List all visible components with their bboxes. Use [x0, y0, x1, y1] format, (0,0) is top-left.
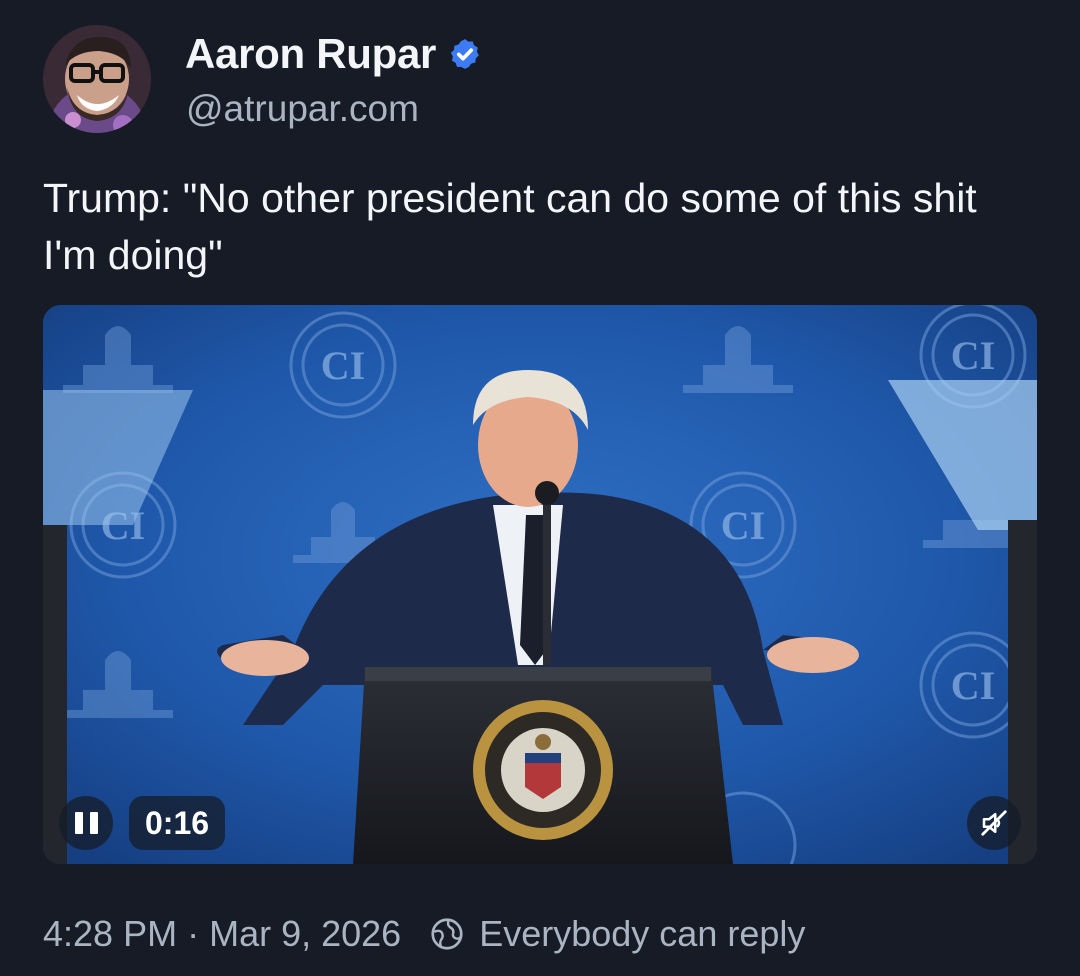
backdrop-logo: CI — [951, 333, 995, 378]
author-name-row[interactable]: Aaron Rupar — [185, 30, 482, 78]
video-player[interactable]: CI CI CI CI CI 0:16 — [43, 305, 1037, 864]
backdrop-logo: CI — [721, 503, 765, 548]
post-card: Aaron Rupar @atrupar.com Trump: "No othe… — [0, 0, 1080, 976]
author-display-name[interactable]: Aaron Rupar — [185, 30, 436, 78]
pause-icon — [74, 812, 98, 834]
backdrop-logo: CI — [951, 663, 995, 708]
reply-setting[interactable]: Everybody can reply — [479, 913, 805, 955]
video-frame: CI CI CI CI CI — [43, 305, 1037, 864]
pause-button[interactable] — [59, 796, 113, 850]
avatar-image — [43, 25, 151, 133]
post-date[interactable]: Mar 9, 2026 — [209, 913, 401, 955]
author-handle[interactable]: @atrupar.com — [186, 88, 419, 130]
backdrop-logo: CI — [321, 343, 365, 388]
unmute-button[interactable] — [967, 796, 1021, 850]
avatar[interactable] — [43, 25, 151, 133]
verified-badge-icon — [450, 39, 479, 69]
post-text: Trump: "No other president can do some o… — [43, 175, 977, 278]
muted-speaker-icon — [981, 810, 1007, 836]
post-time[interactable]: 4:28 PM — [43, 913, 177, 955]
meta-separator: · — [187, 913, 200, 954]
post-meta: 4:28 PM · Mar 9, 2026 Everybody can repl… — [43, 913, 805, 955]
reply-settings-icon — [431, 918, 463, 950]
video-time: 0:16 — [129, 796, 226, 850]
